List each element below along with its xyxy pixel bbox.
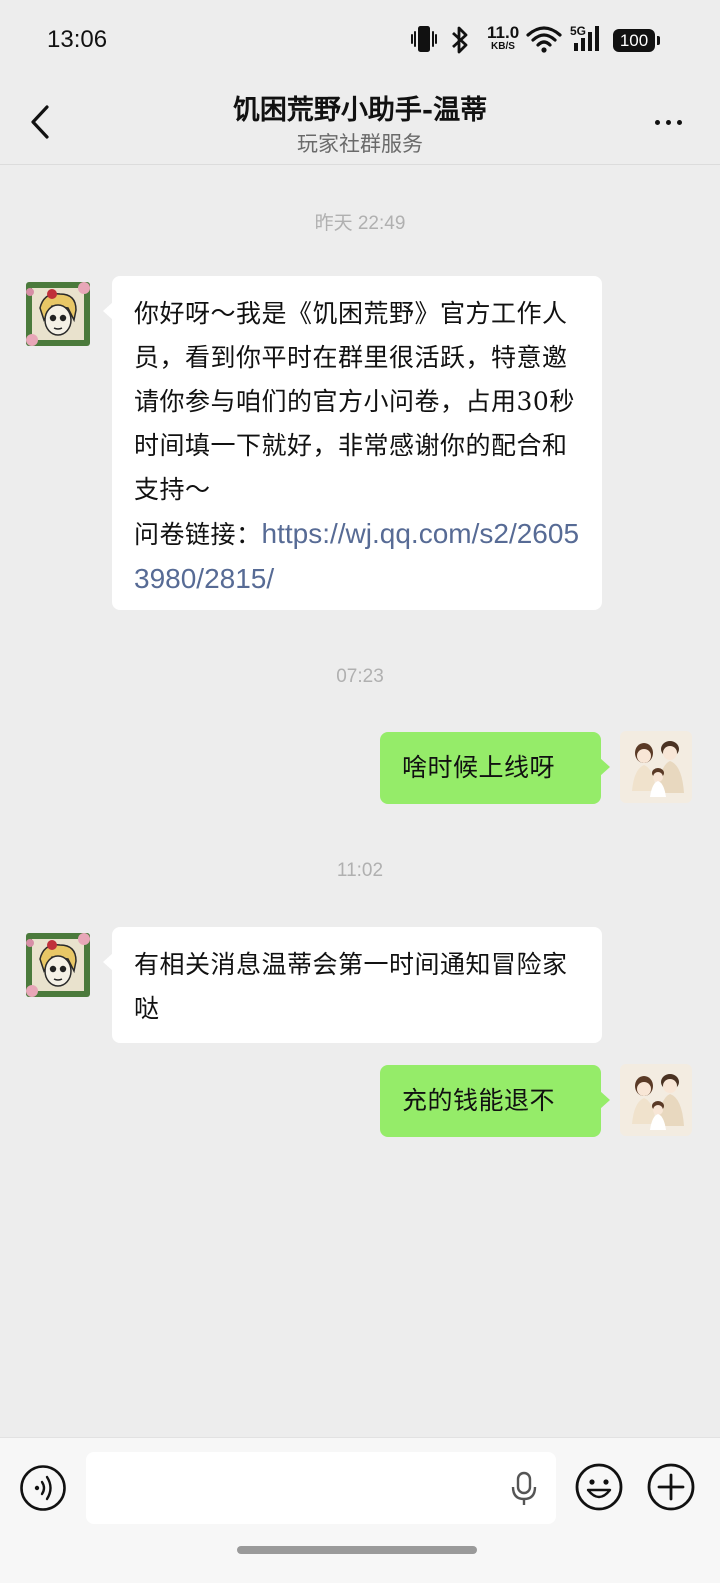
net-speed-value: 11.0 xyxy=(487,23,520,42)
back-icon xyxy=(31,105,49,139)
my-avatar[interactable] xyxy=(620,1064,692,1136)
my-avatar[interactable] xyxy=(620,731,692,803)
vibrate-icon xyxy=(411,26,437,52)
add-button[interactable] xyxy=(646,1462,696,1512)
message-bubble-received[interactable]: 你好呀～我是《饥困荒野》官方工作人员，看到你平时在群里很活跃，特意邀请你参与咱们… xyxy=(103,276,602,610)
contact-avatar[interactable] xyxy=(22,278,94,350)
net-speed-unit: KB/S xyxy=(491,41,515,52)
input-bar xyxy=(0,1437,720,1583)
message-input[interactable] xyxy=(86,1452,556,1524)
message-bubble-received[interactable]: 有相关消息温蒂会第一时间通知冒险家哒 xyxy=(103,927,602,1043)
wifi-icon xyxy=(526,26,562,53)
message-text: 你好呀～我是《饥困荒野》官方工作人员，看到你平时在群里很活跃，特意邀请你参与咱们… xyxy=(134,299,575,504)
timestamp: 昨天 22:49 xyxy=(314,213,406,234)
message-text: 啥时候上线呀 xyxy=(402,753,556,782)
message-text: 充的钱能退不 xyxy=(402,1086,556,1115)
battery-icon: 100 xyxy=(613,29,660,52)
emoji-button[interactable] xyxy=(574,1462,624,1512)
network-type: 5G xyxy=(570,24,586,38)
link-label: 问卷链接： xyxy=(134,520,262,549)
status-time: 13:06 xyxy=(47,26,108,53)
mic-icon[interactable] xyxy=(510,1471,538,1507)
contact-avatar[interactable] xyxy=(22,929,94,1001)
home-indicator xyxy=(237,1546,477,1554)
timestamp: 11:02 xyxy=(336,860,384,881)
more-icon xyxy=(654,119,660,125)
message-bubble-sent[interactable]: 充的钱能退不 xyxy=(380,1065,610,1137)
chat-title: 饥困荒野小助手-温蒂 xyxy=(232,95,488,126)
chat-subtitle: 玩家社群服务 xyxy=(297,132,423,156)
bluetooth-icon xyxy=(452,26,468,54)
nav-bar: 饥困荒野小助手-温蒂 玩家社群服务 xyxy=(0,82,720,165)
signal-icon: 5G xyxy=(570,24,599,51)
voice-button[interactable] xyxy=(19,1464,67,1512)
timestamp: 07:23 xyxy=(336,666,384,687)
more-icon-dot xyxy=(676,119,682,125)
message-bubble-sent[interactable]: 啥时候上线呀 xyxy=(380,732,610,804)
back-button[interactable] xyxy=(18,100,62,144)
more-button[interactable] xyxy=(638,102,698,142)
message-text: 有相关消息温蒂会第一时间通知冒险家哒 xyxy=(134,950,568,1023)
more-icon-dot xyxy=(665,119,671,125)
status-bar: 13:06 11.0 KB/S 5G 100 xyxy=(0,0,720,82)
net-speed: 11.0 KB/S xyxy=(487,24,519,52)
